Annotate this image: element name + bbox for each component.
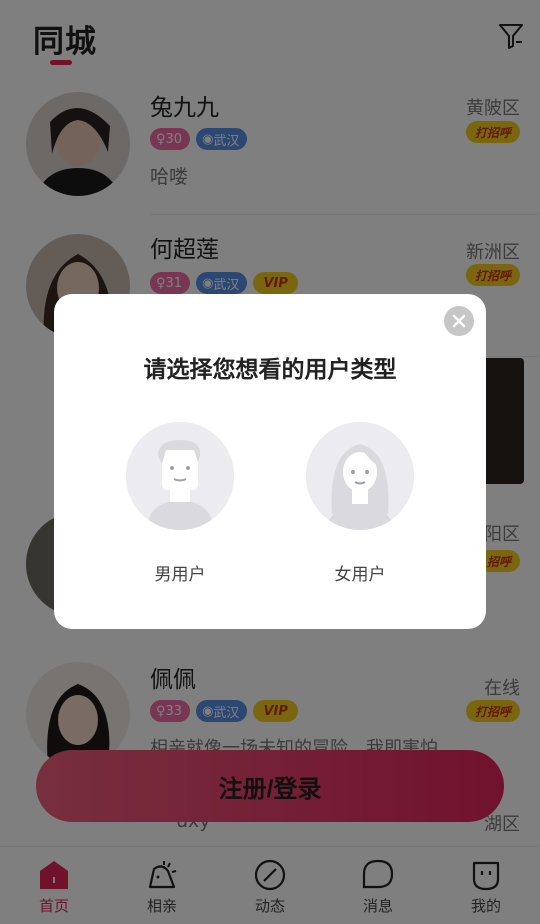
male-user-option[interactable]: 男用户 [126,422,234,585]
female-user-option[interactable]: 女用户 [306,422,414,585]
male-avatar-icon [126,422,234,530]
female-user-label: 女用户 [334,565,386,585]
user-type-dialog: 请选择您想看的用户类型 男用户 女用户 [54,294,486,629]
dialog-title: 请选择您想看的用户类型 [143,357,397,383]
male-user-label: 男用户 [154,565,206,585]
close-button[interactable] [444,306,474,336]
close-icon [452,314,466,328]
female-avatar-icon [306,422,414,530]
